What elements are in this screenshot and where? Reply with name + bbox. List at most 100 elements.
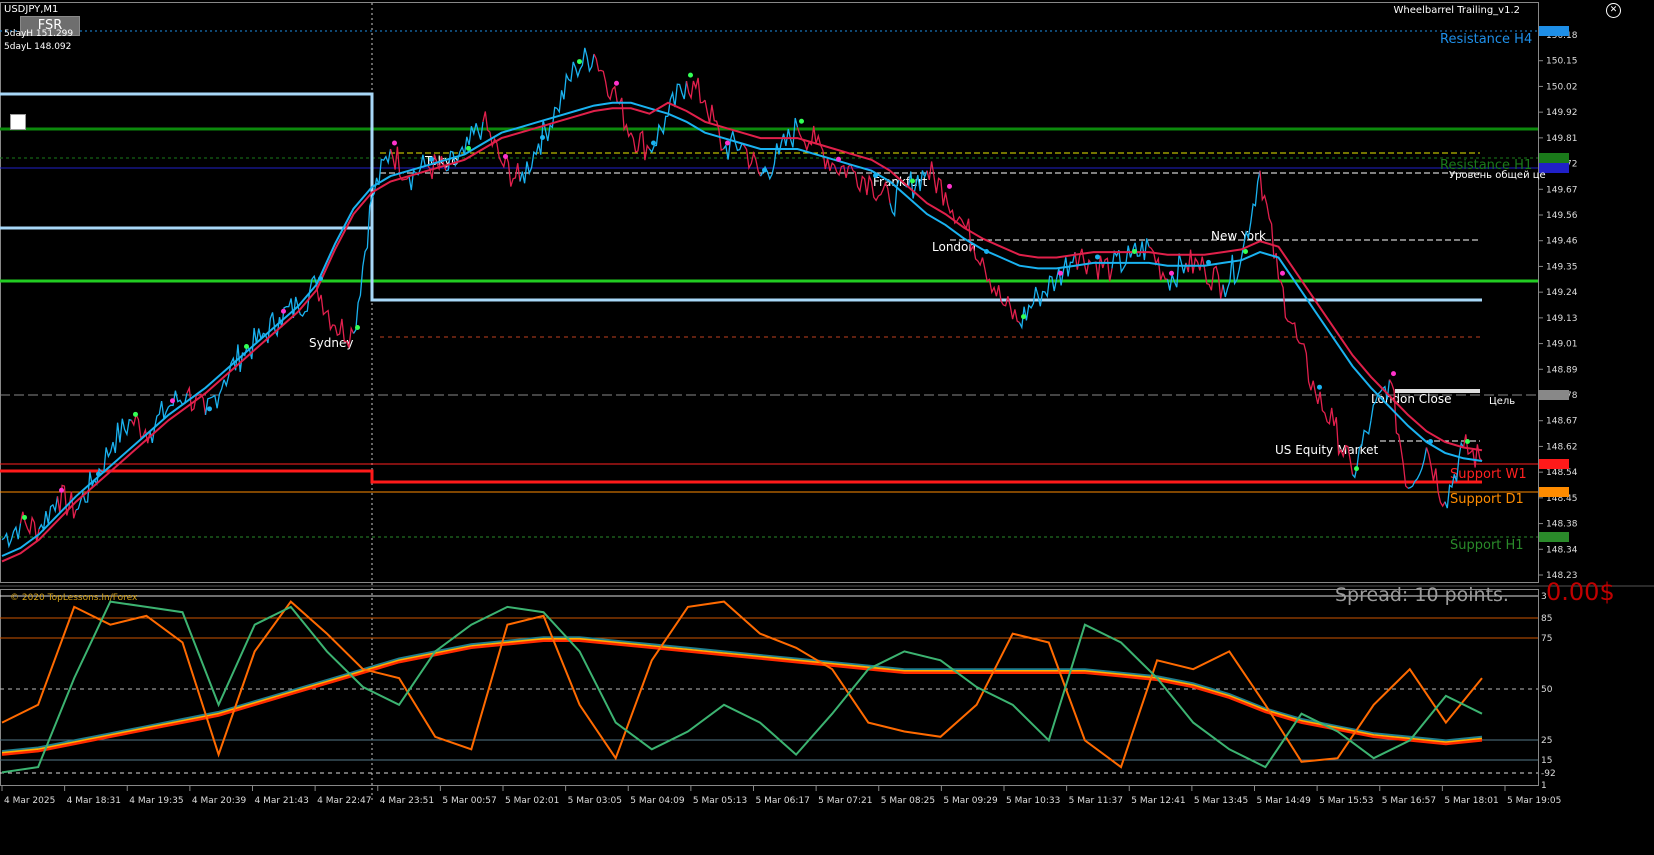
signal-dot xyxy=(984,249,989,255)
price-segment xyxy=(519,143,540,184)
signal-dot xyxy=(1095,254,1100,260)
price-tick-label: 148.38 xyxy=(1546,520,1578,530)
signal-dot xyxy=(281,308,286,314)
price-segment xyxy=(75,471,96,511)
time-tick-label: 5 Mar 16:57 xyxy=(1382,796,1436,806)
time-tick-label: 5 Mar 14:49 xyxy=(1257,796,1312,806)
range-box-upper xyxy=(0,92,1482,302)
spread-label: Spread: 10 points. xyxy=(1335,584,1509,606)
price-tag xyxy=(1539,487,1569,497)
signal-dot xyxy=(799,118,804,124)
oscillator-frame xyxy=(0,589,1539,786)
time-tick-label: 5 Mar 07:21 xyxy=(818,796,872,806)
panel-checkbox[interactable] xyxy=(10,114,26,130)
symbol-label: USDJPY,M1 xyxy=(4,4,59,15)
price-segment xyxy=(315,284,336,332)
chart-window[interactable]: 150.18150.15150.02149.92149.81149.72149.… xyxy=(0,0,1654,855)
time-tick-label: 4 Mar 23:51 xyxy=(380,796,434,806)
signal-dot xyxy=(688,72,693,78)
signal-dot xyxy=(1243,249,1248,255)
time-tick-label: 5 Mar 15:53 xyxy=(1319,796,1373,806)
main-chart-frame xyxy=(0,2,1539,583)
time-tick-label: 5 Mar 00:57 xyxy=(442,796,496,806)
price-segment xyxy=(833,163,854,179)
oscillator-fast-orange xyxy=(1,600,1483,769)
price-segment xyxy=(186,385,207,415)
time-tick-label: 5 Mar 09:29 xyxy=(943,796,998,806)
price-tag xyxy=(1539,532,1569,542)
time-tick-label: 5 Mar 03:05 xyxy=(568,796,622,806)
price-segment xyxy=(648,115,669,154)
price-tick-label: 149.67 xyxy=(1546,185,1578,195)
time-tick-label: 5 Mar 12:41 xyxy=(1131,796,1185,806)
time-tick-label: 4 Mar 21:43 xyxy=(255,796,309,806)
price-segment xyxy=(223,344,244,388)
support-w1-label: Support W1 xyxy=(1450,467,1527,482)
five-day-high-label: 5dayH 151.299 xyxy=(4,29,74,39)
price-segment xyxy=(352,197,373,334)
price-tick-label: 149.13 xyxy=(1546,314,1578,324)
price-tick-label: 148.54 xyxy=(1546,468,1578,478)
time-tick-label: 5 Mar 11:37 xyxy=(1069,796,1123,806)
signal-dot xyxy=(1465,438,1470,444)
close-icon[interactable]: ✕ xyxy=(1606,3,1621,18)
session-label: US Equity Market xyxy=(1275,443,1379,457)
price-segment xyxy=(1203,265,1224,299)
signal-dot xyxy=(1280,270,1285,276)
price-tick-label: 149.92 xyxy=(1546,108,1578,118)
signal-dot xyxy=(540,135,545,141)
time-tick-label: 5 Mar 02:01 xyxy=(505,796,559,806)
signal-dot xyxy=(59,487,64,493)
price-tick-label: 149.01 xyxy=(1546,340,1578,350)
signal-dot xyxy=(1058,270,1063,276)
signal-dot xyxy=(1391,371,1396,377)
profit-label: 0.00$ xyxy=(1546,578,1615,606)
signal-dot xyxy=(96,471,101,477)
chart-canvas[interactable]: 150.18150.15150.02149.92149.81149.72149.… xyxy=(0,0,1654,855)
oscillator-level-label: 85 xyxy=(1541,614,1552,624)
signal-dot xyxy=(244,343,249,349)
signal-dot xyxy=(1132,249,1137,255)
oscillator-level-label: 25 xyxy=(1541,736,1552,746)
price-segment xyxy=(1093,255,1113,282)
price-segment xyxy=(556,61,577,114)
price-segment xyxy=(241,327,262,360)
signal-dot xyxy=(947,183,952,189)
signal-dot xyxy=(873,173,878,179)
price-segment xyxy=(1259,170,1280,280)
price-tick-label: 149.24 xyxy=(1546,288,1578,298)
price-tick-label: 148.89 xyxy=(1546,365,1578,375)
price-tick-label: 148.34 xyxy=(1546,545,1578,555)
oscillator-level-label: -92 xyxy=(1541,769,1556,779)
price-segment xyxy=(667,81,688,117)
time-tick-label: 5 Mar 04:09 xyxy=(630,796,685,806)
signal-dot xyxy=(910,178,915,184)
price-tag xyxy=(1539,459,1569,469)
price-tick-label: 149.81 xyxy=(1546,134,1578,144)
price-segment xyxy=(1129,238,1150,261)
ea-title: Wheelbarrel Trailing_v1.2 xyxy=(1393,5,1520,16)
price-segment xyxy=(722,131,743,160)
price-segment xyxy=(1185,249,1206,274)
price-segment xyxy=(1018,286,1039,330)
signal-dot xyxy=(318,276,323,282)
oscillator-level-label: 15 xyxy=(1541,756,1552,766)
oscillator-fast-green xyxy=(1,600,1483,774)
price-segment xyxy=(1425,447,1446,508)
signal-dot xyxy=(1354,466,1359,472)
time-tick-label: 5 Mar 10:33 xyxy=(1006,796,1060,806)
price-tick-label: 149.56 xyxy=(1546,211,1578,221)
price-segment xyxy=(852,170,873,196)
signal-dot xyxy=(725,140,730,146)
price-tick-label: 149.35 xyxy=(1546,262,1578,272)
signal-dot xyxy=(503,154,508,160)
price-segment xyxy=(537,106,558,155)
time-tick-label: 5 Mar 05:13 xyxy=(693,796,747,806)
signal-dot xyxy=(429,156,434,162)
general-level-label: Уровень общей це xyxy=(1449,170,1546,181)
signal-dot xyxy=(392,140,397,146)
resistance-h4-label: Resistance H4 xyxy=(1440,32,1532,47)
time-tick-label: 4 Mar 18:31 xyxy=(67,796,121,806)
price-segment xyxy=(260,312,281,344)
time-tick-label: 5 Mar 08:25 xyxy=(881,796,935,806)
